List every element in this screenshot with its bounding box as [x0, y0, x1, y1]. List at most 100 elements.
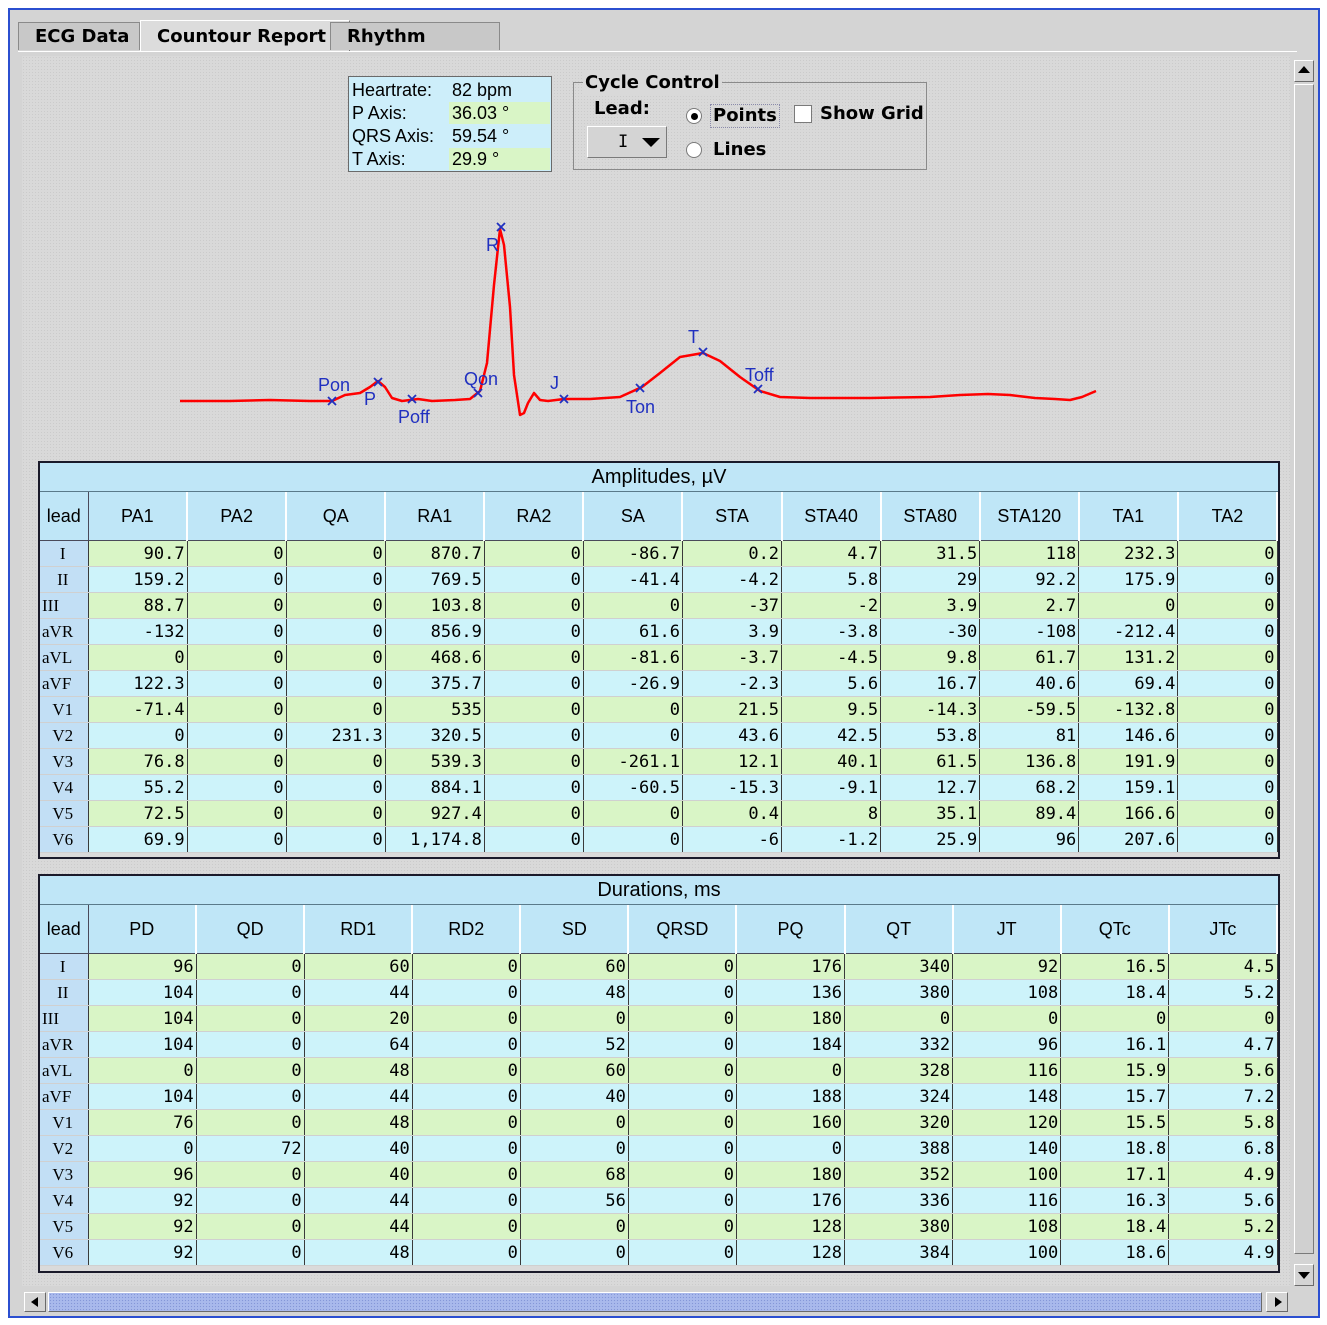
table-cell[interactable]: 176: [736, 953, 846, 980]
table-cell[interactable]: 0: [196, 953, 305, 980]
table-cell[interactable]: 188: [736, 1083, 846, 1110]
table-cell[interactable]: -37: [682, 592, 783, 619]
lead-cell[interactable]: aVF: [40, 670, 89, 697]
table-cell[interactable]: 44: [304, 1187, 413, 1214]
table-row[interactable]: V1 -71.4 0 0 535 0 0 21.5 9.5 -14.3 -59.5 -132.8 0: [40, 696, 1278, 723]
table-cell[interactable]: 81: [979, 722, 1080, 749]
table-cell[interactable]: 207.6: [1078, 826, 1179, 853]
table-cell[interactable]: -41.4: [583, 566, 683, 593]
table-cell[interactable]: 0: [736, 1135, 846, 1162]
table-cell[interactable]: 0: [484, 748, 584, 775]
table-row[interactable]: aVR -132 0 0 856.9 0 61.6 3.9 -3.8 -30 -108 -212.4 0: [40, 618, 1278, 645]
table-cell[interactable]: 0: [583, 592, 683, 619]
table-cell[interactable]: 5.2: [1168, 1213, 1278, 1240]
table-cell[interactable]: 0: [628, 1005, 737, 1032]
table-cell[interactable]: -9.1: [781, 774, 882, 801]
table-cell[interactable]: 191.9: [1078, 748, 1179, 775]
table-cell[interactable]: 0: [520, 1109, 629, 1136]
table-cell[interactable]: 175.9: [1078, 566, 1179, 593]
table-cell[interactable]: 4.7: [1168, 1031, 1278, 1058]
lead-cell[interactable]: II: [40, 979, 89, 1006]
table-cell[interactable]: 96: [88, 1161, 197, 1188]
table-cell[interactable]: 40: [304, 1161, 413, 1188]
lead-select[interactable]: I: [587, 126, 667, 158]
table-cell[interactable]: 48: [304, 1057, 413, 1084]
table-cell[interactable]: 4.9: [1168, 1239, 1278, 1266]
table-cell[interactable]: -15.3: [682, 774, 783, 801]
table-cell[interactable]: 0: [1177, 826, 1278, 853]
table-cell[interactable]: 136: [736, 979, 846, 1006]
table-cell[interactable]: 92: [88, 1187, 197, 1214]
table-cell[interactable]: 332: [844, 1031, 954, 1058]
table-cell[interactable]: 116: [952, 1057, 1062, 1084]
table-cell[interactable]: 0: [484, 774, 584, 801]
table-cell[interactable]: 380: [844, 979, 954, 1006]
table-cell[interactable]: 0: [520, 1005, 629, 1032]
table-cell[interactable]: 18.6: [1060, 1239, 1170, 1266]
table-cell[interactable]: 7.2: [1168, 1083, 1278, 1110]
lead-cell[interactable]: aVR: [40, 1031, 89, 1058]
table-cell[interactable]: 0: [187, 774, 287, 801]
table-cell[interactable]: 0: [412, 1239, 521, 1266]
table-cell[interactable]: 0: [1177, 800, 1278, 827]
table-cell[interactable]: 0: [628, 1031, 737, 1058]
table-cell[interactable]: 128: [736, 1213, 846, 1240]
table-row[interactable]: V5 72.5 0 0 927.4 0 0 0.4 8 35.1 89.4 166.6 0: [40, 800, 1278, 827]
table-cell[interactable]: 61.7: [979, 644, 1080, 671]
table-cell[interactable]: 69.9: [88, 826, 188, 853]
table-cell[interactable]: 166.6: [1078, 800, 1179, 827]
table-cell[interactable]: 0: [187, 696, 287, 723]
table-cell[interactable]: 0: [412, 1031, 521, 1058]
table-cell[interactable]: 232.3: [1078, 540, 1179, 567]
table-cell[interactable]: 0: [412, 1187, 521, 1214]
table-cell[interactable]: 0: [187, 722, 287, 749]
lead-cell[interactable]: aVR: [40, 618, 89, 645]
table-cell[interactable]: 0: [628, 1187, 737, 1214]
table-cell[interactable]: 44: [304, 979, 413, 1006]
table-cell[interactable]: 0: [196, 1213, 305, 1240]
table-cell[interactable]: 0: [286, 696, 386, 723]
table-cell[interactable]: 0: [286, 748, 386, 775]
table-cell[interactable]: 88.7: [88, 592, 188, 619]
lead-cell[interactable]: aVL: [40, 1057, 89, 1084]
table-cell[interactable]: 0: [412, 1109, 521, 1136]
table-cell[interactable]: 0: [88, 644, 188, 671]
lead-cell[interactable]: V5: [40, 1213, 89, 1240]
lead-cell[interactable]: V3: [40, 1161, 89, 1188]
table-row[interactable]: III 88.7 0 0 103.8 0 0 -37 -2 3.9 2.7 0 0: [40, 592, 1278, 619]
table-cell[interactable]: 72.5: [88, 800, 188, 827]
table-cell[interactable]: 184: [736, 1031, 846, 1058]
table-row[interactable]: aVF 104 0 44 0 40 0 188 324 148 15.7 7.2: [40, 1083, 1278, 1110]
column-header-pq[interactable]: PQ: [736, 905, 846, 954]
table-cell[interactable]: 0: [1177, 696, 1278, 723]
table-cell[interactable]: 92: [88, 1213, 197, 1240]
table-cell[interactable]: 104: [88, 1083, 197, 1110]
table-cell[interactable]: 380: [844, 1213, 954, 1240]
table-cell[interactable]: 927.4: [385, 800, 485, 827]
table-cell[interactable]: 0: [520, 1135, 629, 1162]
table-cell[interactable]: 870.7: [385, 540, 485, 567]
table-cell[interactable]: 0: [1177, 644, 1278, 671]
table-cell[interactable]: 0: [520, 1239, 629, 1266]
table-cell[interactable]: 0: [628, 1213, 737, 1240]
table-cell[interactable]: 0: [286, 774, 386, 801]
column-header-rd1[interactable]: RD1: [304, 905, 414, 954]
table-cell[interactable]: 6.8: [1168, 1135, 1278, 1162]
table-cell[interactable]: 0: [484, 566, 584, 593]
table-cell[interactable]: 104: [88, 1005, 197, 1032]
table-cell[interactable]: 384: [844, 1239, 954, 1266]
table-cell[interactable]: 100: [952, 1239, 1062, 1266]
column-header-ta2[interactable]: TA2: [1177, 492, 1279, 541]
table-cell[interactable]: 0: [1177, 670, 1278, 697]
table-cell[interactable]: 0: [88, 1135, 197, 1162]
table-row[interactable]: III 104 0 20 0 0 0 180 0 0 0 0: [40, 1005, 1278, 1032]
lead-cell[interactable]: III: [40, 1005, 89, 1032]
table-row[interactable]: aVF 122.3 0 0 375.7 0 -26.9 -2.3 5.6 16.7 40.6 69.4…: [40, 670, 1278, 697]
column-header-rd2[interactable]: RD2: [412, 905, 522, 954]
table-cell[interactable]: -261.1: [583, 748, 683, 775]
table-cell[interactable]: 72: [196, 1135, 305, 1162]
table-cell[interactable]: 0: [628, 979, 737, 1006]
table-cell[interactable]: 31.5: [880, 540, 981, 567]
table-cell[interactable]: 15.9: [1060, 1057, 1170, 1084]
table-row[interactable]: V5 92 0 44 0 0 0 128 380 108 18.4 5.2: [40, 1213, 1278, 1240]
